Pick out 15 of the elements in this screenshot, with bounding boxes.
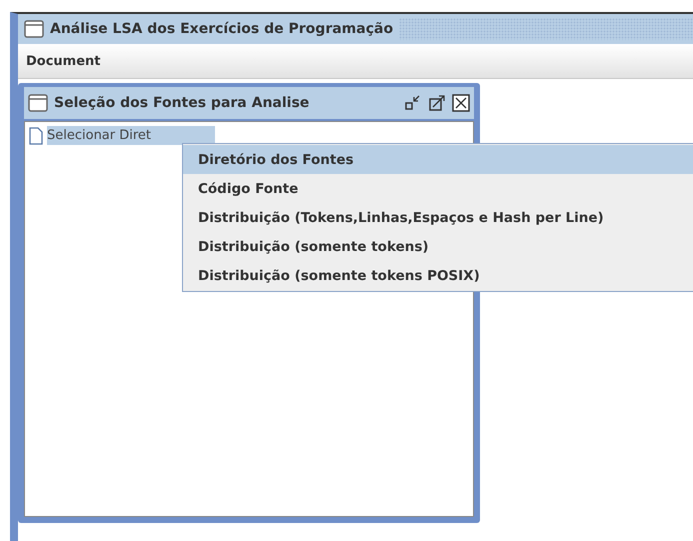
menu-item[interactable]: Distribuição (somente tokens POSIX) <box>183 261 693 290</box>
window-icon <box>28 94 48 112</box>
close-icon[interactable] <box>452 94 470 112</box>
frame-title: Seleção dos Fontes para Analise <box>54 95 310 111</box>
window-icon <box>24 20 44 38</box>
maximize-icon[interactable] <box>428 94 446 112</box>
file-icon <box>29 126 43 144</box>
minimize-icon[interactable] <box>404 94 422 112</box>
tree-item[interactable]: Selecionar Diret <box>47 126 215 145</box>
menu-item[interactable]: Diretório dos Fontes <box>183 145 693 174</box>
window-title: Análise LSA dos Exercícios de Programação <box>50 21 394 37</box>
menu-item[interactable]: Document <box>20 54 107 68</box>
menu-item[interactable]: Distribuição (somente tokens) <box>183 232 693 261</box>
menu-item[interactable]: Código Fonte <box>183 174 693 203</box>
menu-item[interactable]: Distribuição (Tokens,Linhas,Espaços e Hash per Line) <box>183 203 693 232</box>
